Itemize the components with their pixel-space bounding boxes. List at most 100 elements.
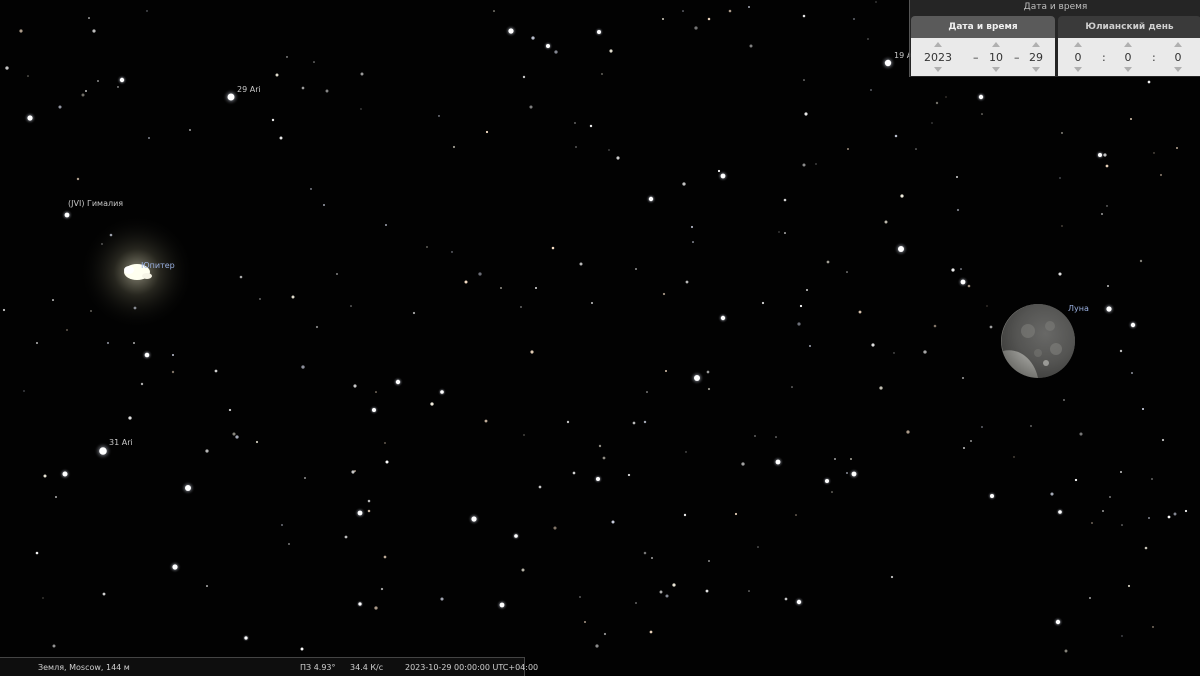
star[interactable] bbox=[851, 471, 857, 477]
star[interactable] bbox=[884, 59, 892, 67]
star[interactable] bbox=[648, 196, 654, 202]
star[interactable] bbox=[978, 94, 984, 100]
minute-up-arrow-icon[interactable] bbox=[1124, 42, 1132, 47]
tab-date-time[interactable]: Дата и время 2023 – 10 – 29 bbox=[911, 16, 1055, 76]
star[interactable] bbox=[720, 173, 726, 179]
label-moon[interactable]: Луна bbox=[1068, 304, 1089, 313]
status-datetime[interactable]: 2023-10-29 00:00:00 UTC+04:00 bbox=[405, 663, 538, 672]
day-up-arrow-icon[interactable] bbox=[1032, 42, 1040, 47]
star[interactable] bbox=[1055, 619, 1061, 625]
star bbox=[574, 122, 576, 124]
second-down-arrow-icon[interactable] bbox=[1174, 67, 1182, 72]
star bbox=[831, 491, 833, 493]
star[interactable] bbox=[471, 516, 477, 522]
year-down-arrow-icon[interactable] bbox=[934, 67, 942, 72]
star bbox=[1121, 524, 1123, 526]
star[interactable] bbox=[796, 599, 802, 605]
star bbox=[553, 526, 557, 530]
star bbox=[706, 370, 710, 374]
star bbox=[301, 365, 305, 369]
star[interactable] bbox=[244, 636, 248, 640]
star bbox=[566, 420, 570, 424]
label-31-ari[interactable]: 31 Ari bbox=[109, 438, 133, 447]
star bbox=[1159, 173, 1163, 177]
sky-view[interactable]: 29 Ari (JVI) Гималия Юпитер 31 Ari 19 A … bbox=[0, 0, 1200, 675]
year-spinbox[interactable]: 2023 bbox=[921, 38, 955, 76]
minute-spinbox[interactable]: 0 bbox=[1118, 38, 1138, 76]
star bbox=[705, 589, 709, 593]
tab-julian-day[interactable]: Юлианский день 0 : 0 : 0 bbox=[1058, 16, 1200, 76]
star bbox=[646, 391, 648, 393]
star[interactable] bbox=[395, 379, 401, 385]
star[interactable] bbox=[720, 315, 726, 321]
star[interactable] bbox=[825, 479, 829, 483]
second-spinbox[interactable]: 0 bbox=[1168, 38, 1188, 76]
star bbox=[1144, 546, 1148, 550]
label-jupiter[interactable]: Юпитер bbox=[141, 261, 175, 270]
star bbox=[665, 594, 669, 598]
star[interactable] bbox=[1058, 510, 1062, 514]
star[interactable] bbox=[990, 494, 994, 498]
star[interactable] bbox=[597, 30, 601, 34]
star[interactable] bbox=[227, 93, 235, 101]
month-up-arrow-icon[interactable] bbox=[992, 42, 1000, 47]
star bbox=[375, 391, 377, 393]
hour-spinbox[interactable]: 0 bbox=[1068, 38, 1088, 76]
star[interactable] bbox=[775, 459, 781, 465]
star[interactable] bbox=[62, 471, 68, 477]
star[interactable] bbox=[27, 115, 33, 121]
star bbox=[575, 146, 577, 148]
star[interactable] bbox=[144, 352, 150, 358]
star[interactable] bbox=[898, 246, 904, 252]
star[interactable] bbox=[1130, 322, 1136, 328]
star[interactable] bbox=[596, 477, 600, 481]
star[interactable] bbox=[99, 447, 107, 455]
label-himalia[interactable]: (JVI) Гималия bbox=[68, 199, 123, 208]
month-spinbox[interactable]: 10 bbox=[985, 38, 1007, 76]
star bbox=[1030, 425, 1032, 427]
star[interactable] bbox=[1106, 306, 1112, 312]
star[interactable] bbox=[960, 279, 966, 285]
star[interactable] bbox=[440, 390, 444, 394]
star[interactable] bbox=[514, 534, 518, 538]
star bbox=[761, 301, 765, 305]
star[interactable] bbox=[358, 602, 362, 606]
star bbox=[493, 10, 495, 12]
jupiter-planet[interactable] bbox=[77, 212, 197, 332]
star[interactable] bbox=[119, 77, 125, 83]
star bbox=[206, 585, 208, 587]
second-up-arrow-icon[interactable] bbox=[1174, 42, 1182, 47]
star bbox=[685, 451, 687, 453]
star[interactable] bbox=[172, 564, 178, 570]
star[interactable] bbox=[499, 602, 505, 608]
star bbox=[42, 597, 44, 599]
star[interactable] bbox=[185, 485, 191, 491]
star bbox=[970, 440, 972, 442]
star bbox=[171, 370, 175, 374]
star bbox=[915, 148, 917, 150]
hour-down-arrow-icon[interactable] bbox=[1074, 67, 1082, 72]
star bbox=[799, 304, 803, 308]
month-down-arrow-icon[interactable] bbox=[992, 67, 1000, 72]
star[interactable] bbox=[64, 212, 70, 218]
hour-up-arrow-icon[interactable] bbox=[1074, 42, 1082, 47]
star bbox=[1147, 80, 1151, 84]
star[interactable] bbox=[546, 44, 550, 48]
star bbox=[933, 324, 937, 328]
star[interactable] bbox=[372, 408, 376, 412]
star[interactable] bbox=[508, 28, 514, 34]
star bbox=[1079, 432, 1083, 436]
star[interactable] bbox=[357, 510, 363, 516]
label-29-ari[interactable]: 29 Ari bbox=[237, 85, 261, 94]
datetime-window[interactable]: Дата и время Дата и время 2023 – 10 – 29 bbox=[909, 0, 1200, 77]
tab-julian-day-label: Юлианский день bbox=[1085, 22, 1174, 32]
day-spinbox[interactable]: 29 bbox=[1025, 38, 1047, 76]
star[interactable] bbox=[1098, 153, 1102, 157]
minute-down-arrow-icon[interactable] bbox=[1124, 67, 1132, 72]
star[interactable] bbox=[694, 375, 700, 381]
year-up-arrow-icon[interactable] bbox=[934, 42, 942, 47]
status-location[interactable]: Земля, Moscow, 144 м bbox=[38, 663, 130, 672]
moon-object[interactable] bbox=[998, 301, 1078, 381]
day-down-arrow-icon[interactable] bbox=[1032, 67, 1040, 72]
star bbox=[741, 462, 745, 466]
